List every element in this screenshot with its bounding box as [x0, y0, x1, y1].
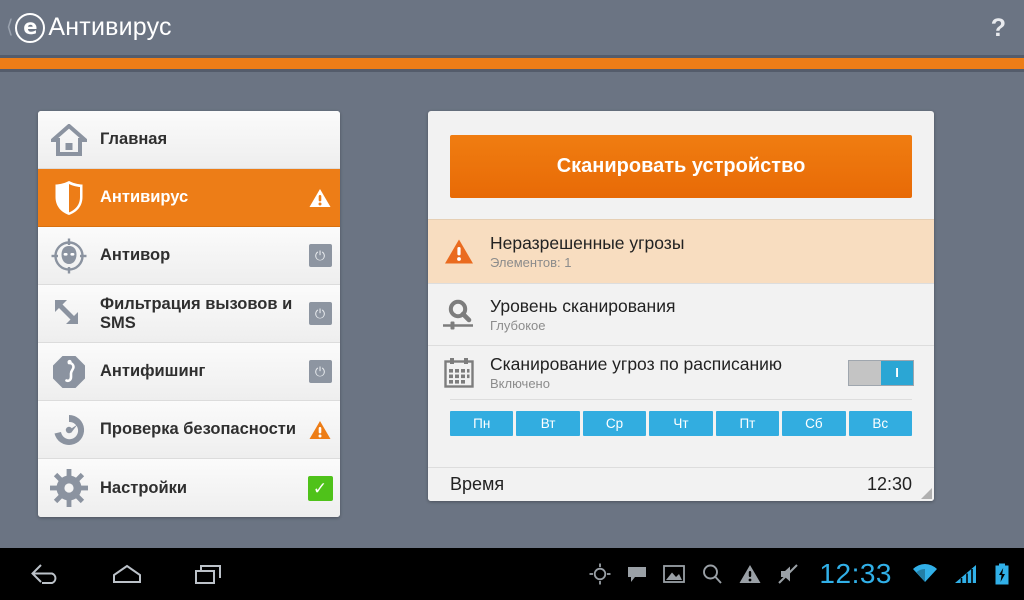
message-bubble-icon[interactable]: [627, 564, 647, 584]
app-header: ⟨ e Антивирус ?: [0, 0, 1024, 55]
sidebar-item-label: Проверка безопасности: [100, 420, 300, 438]
sidebar-item-security-audit[interactable]: Проверка безопасности: [38, 401, 340, 459]
sidebar-item-settings[interactable]: Настройки ✓: [38, 459, 340, 517]
weekday-button[interactable]: Пн: [450, 411, 513, 436]
gauge-icon: [38, 411, 100, 449]
weekday-button[interactable]: Пт: [716, 411, 779, 436]
sidebar-item-label: Настройки: [100, 479, 300, 497]
header-accent-stripe: [0, 58, 1024, 69]
sidebar-item-call-filter[interactable]: Фильтрация вызовов и SMS ⏻: [38, 285, 340, 343]
scheduled-scan-toggle[interactable]: I: [848, 360, 914, 386]
sidebar-item-antitheft[interactable]: Антивор ⏻: [38, 227, 340, 285]
scan-level-icon: [428, 298, 490, 332]
sidebar-item-antivirus[interactable]: Антивирус: [38, 169, 340, 227]
sidebar-item-status: [300, 188, 340, 208]
back-icon[interactable]: [22, 557, 68, 591]
weekday-button[interactable]: Ср: [583, 411, 646, 436]
sidebar-item-status[interactable]: ⏻: [300, 244, 340, 267]
help-button[interactable]: ?: [991, 14, 1006, 43]
power-toggle-icon[interactable]: ⏻: [309, 302, 332, 325]
sidebar: Главная Антивирус: [38, 111, 340, 517]
page-title: Антивирус: [48, 13, 171, 42]
sidebar-item-antiphishing[interactable]: Антифишинг ⏻: [38, 343, 340, 401]
navigation-buttons: [0, 557, 232, 591]
weekday-button[interactable]: Вт: [516, 411, 579, 436]
gear-icon: [38, 469, 100, 507]
sidebar-item-status[interactable]: ⏻: [300, 360, 340, 383]
settings-rows: Неразрешенные угрозы Элементов: 1 Уровен…: [428, 219, 934, 436]
wifi-icon[interactable]: [912, 564, 938, 584]
sidebar-item-label: Антифишинг: [100, 362, 300, 380]
power-toggle-icon[interactable]: ⏻: [309, 244, 332, 267]
weekday-button[interactable]: Сб: [782, 411, 845, 436]
resize-grip-icon[interactable]: [921, 488, 932, 499]
weekday-selector: Пн Вт Ср Чт Пт Сб Вс: [428, 400, 934, 436]
home-icon: [38, 124, 100, 156]
calendar-icon: [428, 357, 490, 389]
eset-logo-letter: e: [23, 17, 37, 38]
warning-triangle-icon: [309, 420, 331, 440]
row-text-group: Неразрешенные угрозы Элементов: 1: [490, 233, 934, 271]
row-text-group: Уровень сканирования Глубокое: [490, 296, 934, 334]
weekday-button[interactable]: Чт: [649, 411, 712, 436]
row-text-group: Сканирование угроз по расписанию Включен…: [490, 354, 848, 392]
power-toggle-icon[interactable]: ⏻: [309, 360, 332, 383]
shield-icon: [38, 180, 100, 216]
warning-triangle-icon: [428, 238, 490, 265]
thief-target-icon: [38, 237, 100, 275]
signal-bars-icon[interactable]: [954, 564, 978, 584]
status-icon-tray: 12:33: [589, 558, 1024, 590]
sidebar-item-label: Главная: [100, 130, 300, 148]
sidebar-item-label: Фильтрация вызовов и SMS: [100, 295, 300, 332]
time-value: 12:30: [867, 474, 912, 495]
back-chevron-icon[interactable]: ⟨: [6, 18, 13, 37]
row-title: Уровень сканирования: [490, 296, 934, 317]
row-scheduled-scan[interactable]: Сканирование угроз по расписанию Включен…: [428, 345, 934, 399]
sidebar-item-status[interactable]: ⏻: [300, 302, 340, 325]
row-subtitle: Элементов: 1: [490, 255, 934, 270]
header-left-group: ⟨ e Антивирус: [6, 0, 172, 55]
row-scan-level[interactable]: Уровень сканирования Глубокое: [428, 283, 934, 345]
sidebar-item-label: Антивор: [100, 246, 300, 264]
mute-icon[interactable]: [777, 563, 799, 585]
call-filter-icon: [38, 297, 100, 331]
scan-device-button[interactable]: Сканировать устройство: [450, 135, 912, 198]
toggle-off-half: [849, 361, 881, 385]
image-icon[interactable]: [663, 564, 685, 584]
warning-triangle-icon[interactable]: [739, 564, 761, 584]
row-unresolved-threats[interactable]: Неразрешенные угрозы Элементов: 1: [428, 219, 934, 283]
eset-logo-icon: e: [15, 13, 45, 43]
status-clock: 12:33: [819, 558, 892, 590]
row-time[interactable]: Время 12:30: [428, 467, 934, 501]
header-rule-bottom: [0, 69, 1024, 72]
check-icon: ✓: [308, 476, 333, 501]
home-icon[interactable]: [104, 557, 150, 591]
sidebar-item-status: ✓: [300, 476, 340, 501]
row-subtitle: Глубокое: [490, 318, 934, 333]
recents-icon[interactable]: [186, 557, 232, 591]
row-title: Сканирование угроз по расписанию: [490, 354, 848, 375]
time-label: Время: [450, 474, 504, 495]
screen-root: ⟨ e Антивирус ? Главная: [0, 0, 1024, 600]
row-subtitle: Включено: [490, 376, 848, 391]
row-title: Неразрешенные угрозы: [490, 233, 934, 254]
battery-charging-icon[interactable]: [994, 563, 1010, 585]
sidebar-item-home[interactable]: Главная: [38, 111, 340, 169]
search-icon[interactable]: [701, 563, 723, 585]
weekday-button[interactable]: Вс: [849, 411, 912, 436]
sidebar-item-label: Антивирус: [100, 188, 300, 206]
content-panel: Сканировать устройство Неразрешенные угр…: [428, 111, 934, 501]
android-system-bar: 12:33: [0, 548, 1024, 600]
toggle-on-half: I: [881, 361, 913, 385]
warning-triangle-icon: [309, 188, 331, 208]
phishing-hook-icon: [38, 354, 100, 390]
location-crosshair-icon[interactable]: [589, 563, 611, 585]
sidebar-item-status: [300, 420, 340, 440]
